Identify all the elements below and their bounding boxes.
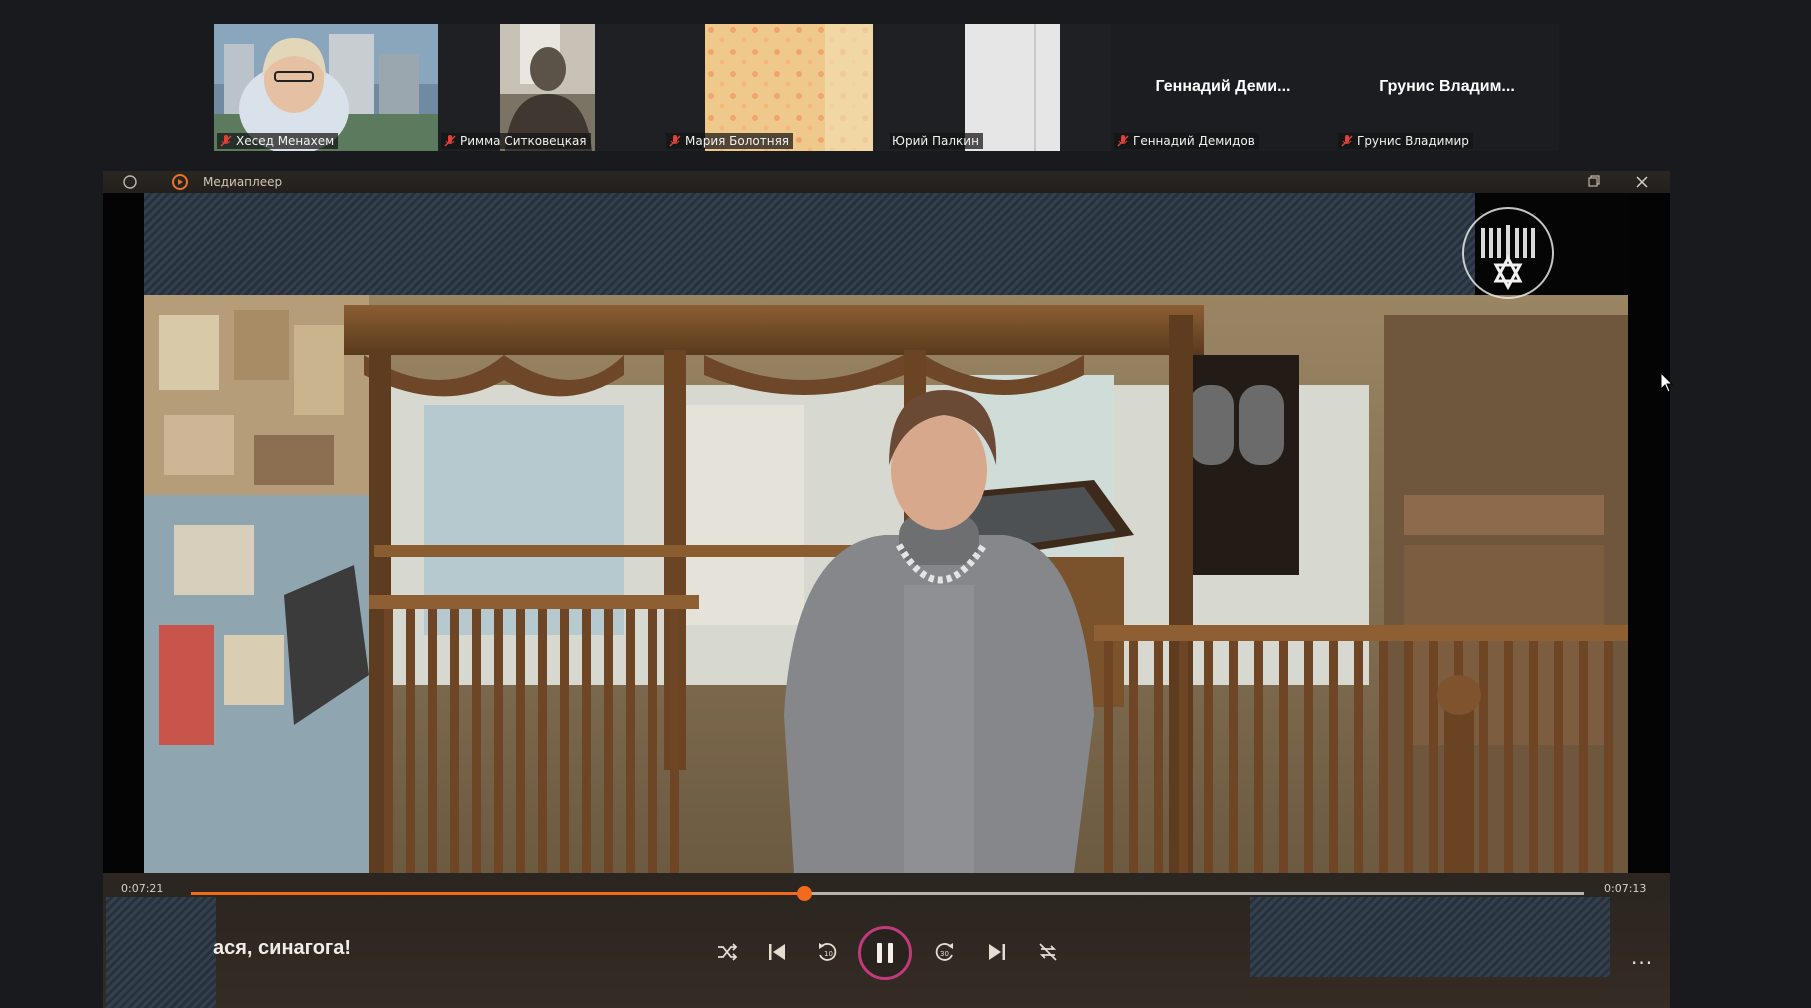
video-frame[interactable] (103, 193, 1670, 873)
participant-name: Римма Ситковецкая (460, 134, 587, 148)
participant-gallery: Хесед Менахем Римма Ситковецкая Мария Бо… (214, 24, 1559, 151)
player-titlebar: Медиаплеер (103, 171, 1670, 193)
letterbox-right (1629, 193, 1670, 873)
seek-bar[interactable] (191, 886, 1584, 901)
next-icon (989, 944, 1005, 960)
participant-name-tag: Грунис Владимир (1338, 133, 1473, 149)
video-scene (144, 295, 1628, 873)
mic-muted-icon (220, 135, 232, 147)
mouse-cursor-icon (1660, 372, 1674, 393)
more-options-button[interactable]: ... (1631, 945, 1653, 969)
participant-video (705, 24, 873, 151)
participant-name-tag: Геннадий Демидов (1114, 133, 1259, 149)
participant-tile[interactable]: Геннадий Деми... Геннадий Демидов (1111, 24, 1335, 151)
remaining-time: 0:07:13 (1604, 882, 1647, 895)
pause-icon (877, 943, 893, 963)
track-title: ася, синагога! (213, 937, 352, 959)
previous-icon (769, 944, 785, 960)
participant-name: Геннадий Демидов (1133, 134, 1255, 148)
media-player-window: Медиаплеер 0:07:21 0:07:13 ася, синагога… (103, 171, 1670, 1008)
redaction-bar (1250, 897, 1610, 977)
svg-text:10: 10 (824, 950, 833, 958)
participant-name-tag: Юрий Палкин (890, 133, 983, 149)
previous-button[interactable] (764, 939, 790, 965)
participant-name: Грунис Владимир (1357, 134, 1469, 148)
participant-display-name: Геннадий Деми... (1155, 78, 1291, 95)
participant-name-tag: Римма Ситковецкая (441, 133, 591, 149)
participant-name: Юрий Палкин (892, 134, 979, 148)
repeat-off-icon (1039, 943, 1057, 961)
restore-icon[interactable] (1584, 173, 1602, 191)
letterbox-left (103, 193, 144, 873)
elapsed-time: 0:07:21 (121, 882, 164, 895)
participant-name: Хесед Менахем (236, 134, 335, 148)
seek-progress (191, 892, 804, 895)
seek-thumb[interactable] (796, 886, 812, 901)
museum-logo-watermark (1462, 207, 1554, 299)
mic-muted-icon (444, 135, 456, 147)
svg-text:30: 30 (940, 950, 949, 958)
redaction-bar (103, 193, 1475, 295)
close-icon[interactable] (1633, 173, 1651, 191)
forward-30-icon: 30 (935, 943, 953, 961)
media-player-app-icon (172, 174, 188, 190)
mic-muted-icon (669, 135, 681, 147)
rewind-10-icon: 10 (819, 943, 837, 961)
rewind-button[interactable]: 10 (814, 939, 840, 965)
window-title: Медиаплеер (203, 175, 283, 189)
back-icon[interactable] (121, 173, 139, 191)
shuffle-icon (718, 943, 738, 961)
participant-video (965, 24, 1060, 151)
participant-name-tag: Хесед Менахем (217, 133, 339, 149)
participant-display-name: Грунис Владим... (1379, 78, 1515, 95)
participant-name: Мария Болотняя (685, 134, 790, 148)
mic-muted-icon (1341, 135, 1353, 147)
participant-tile[interactable]: Юрий Палкин (887, 24, 1111, 151)
forward-button[interactable]: 30 (932, 939, 958, 965)
participant-video (500, 24, 595, 151)
repeat-button[interactable] (1035, 939, 1061, 965)
participant-video (214, 24, 438, 151)
participant-tile[interactable]: Мария Болотняя (663, 24, 887, 151)
pause-button[interactable] (858, 926, 912, 980)
participant-tile[interactable]: Хесед Менахем (214, 24, 438, 151)
redaction-bar (106, 897, 216, 1008)
participant-tile[interactable]: Римма Ситковецкая (438, 24, 663, 151)
shuffle-button[interactable] (714, 939, 740, 965)
mic-muted-icon (1117, 135, 1129, 147)
player-controls: 0:07:21 0:07:13 ася, синагога! 10 30 ... (103, 873, 1670, 1008)
participant-name-tag: Мария Болотняя (666, 133, 794, 149)
next-button[interactable] (984, 939, 1010, 965)
participant-tile[interactable]: Грунис Владим... Грунис Владимир (1335, 24, 1559, 151)
